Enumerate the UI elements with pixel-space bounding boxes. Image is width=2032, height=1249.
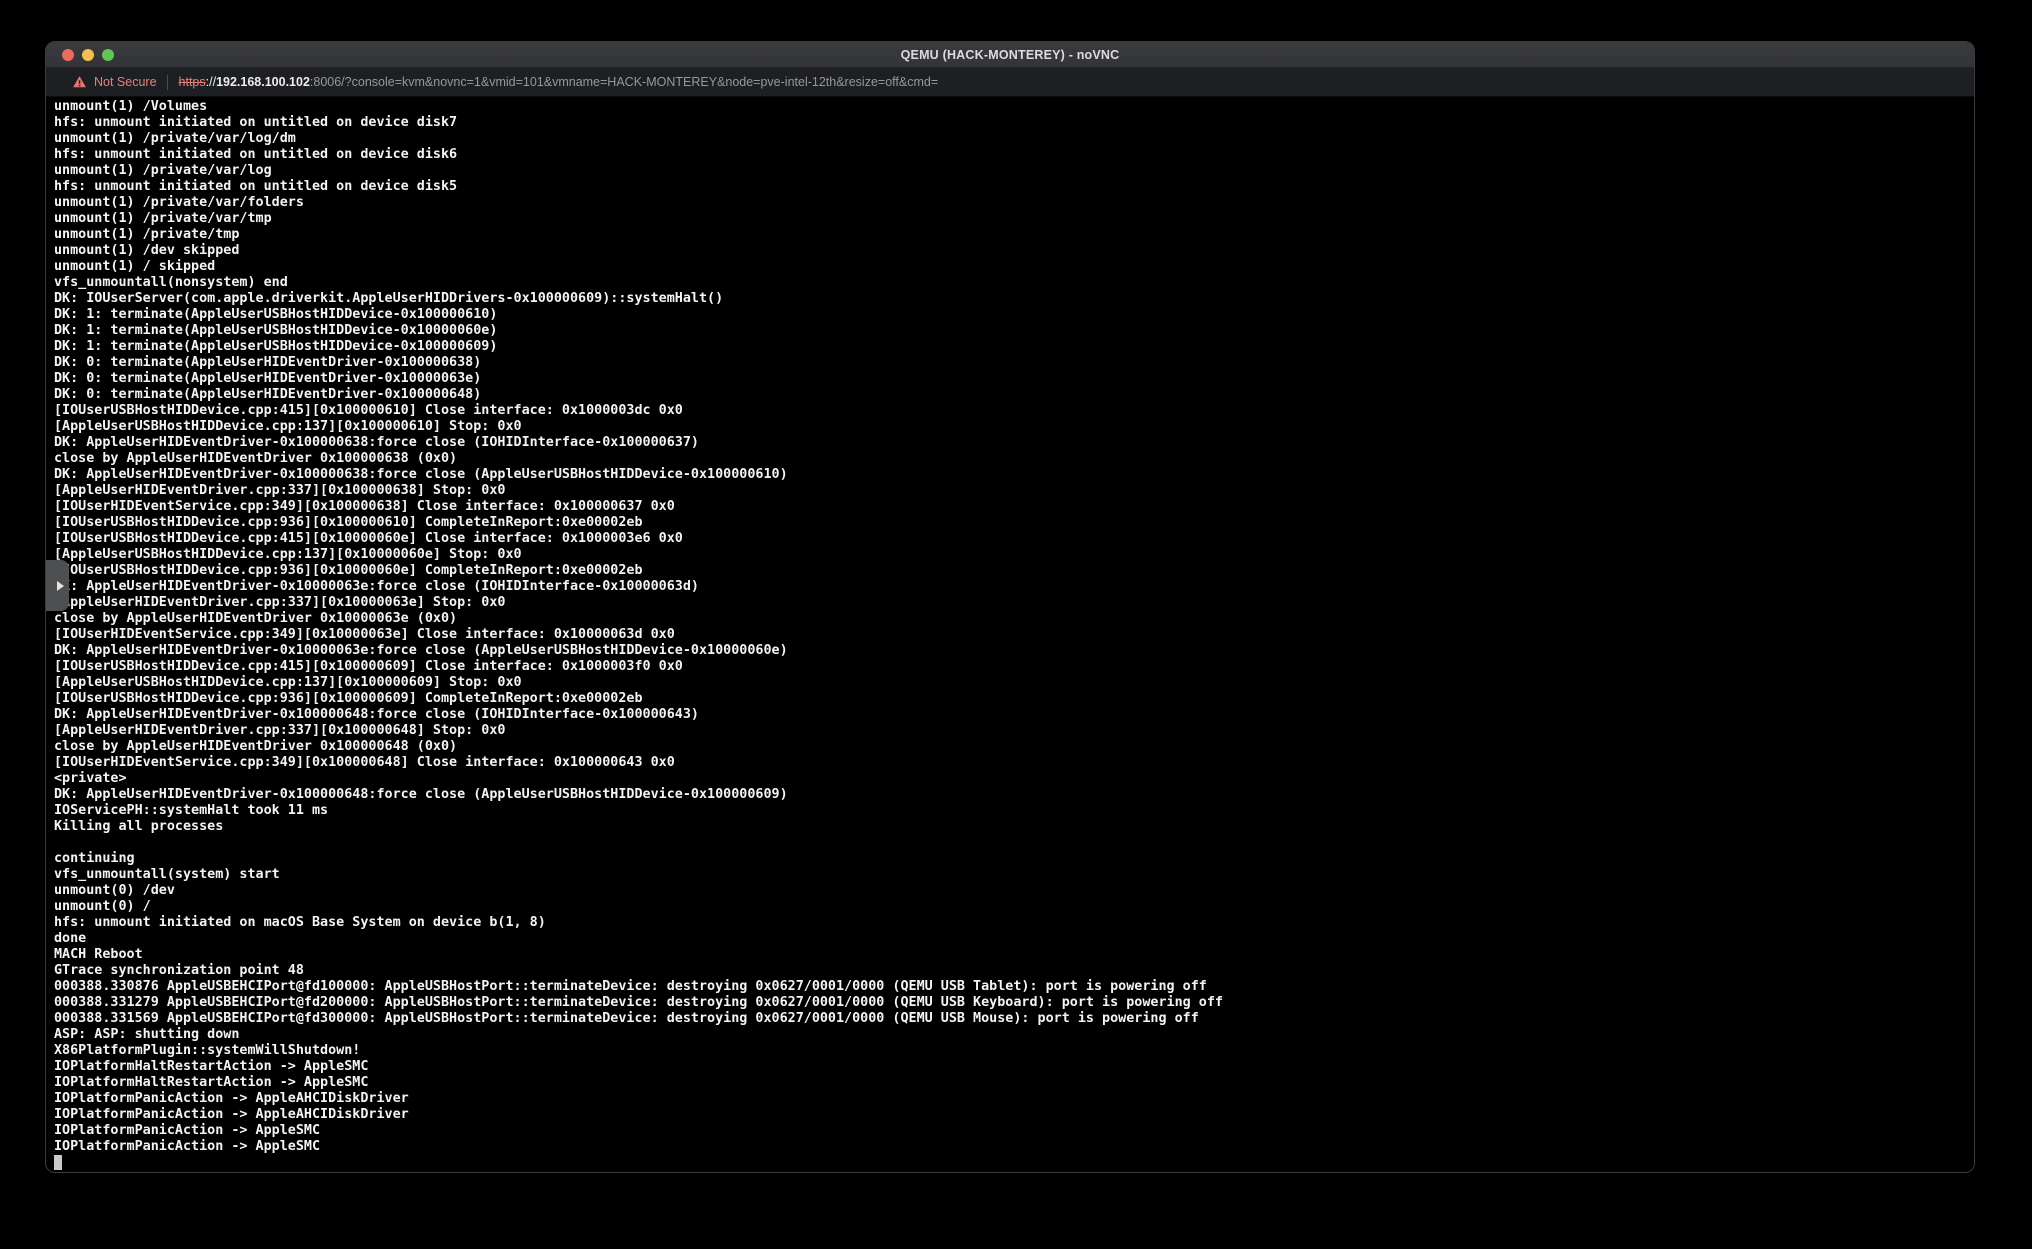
novnc-control-bar-handle[interactable] xyxy=(46,560,69,611)
url-scheme: https xyxy=(179,75,206,89)
window-title: QEMU (HACK-MONTEREY) - noVNC xyxy=(901,48,1120,62)
minimize-button[interactable] xyxy=(82,49,94,61)
urlbar-divider xyxy=(167,75,168,90)
traffic-lights xyxy=(62,42,114,67)
url-path-query: :8006/?console=kvm&novnc=1&vmid=101&vmna… xyxy=(310,75,938,89)
close-button[interactable] xyxy=(62,49,74,61)
terminal-cursor xyxy=(54,1155,62,1170)
zoom-button[interactable] xyxy=(102,49,114,61)
expand-right-arrow-icon xyxy=(57,581,64,591)
security-warning-icon xyxy=(72,75,87,89)
window-titlebar[interactable]: QEMU (HACK-MONTEREY) - noVNC xyxy=(46,42,1974,68)
vnc-console-screen[interactable]: unmount(1) /Volumes hfs: unmount initiat… xyxy=(46,97,1974,1172)
not-secure-label[interactable]: Not Secure xyxy=(94,75,157,89)
desktop-background: QEMU (HACK-MONTEREY) - noVNC Not Secure … xyxy=(0,0,2032,1249)
console-output: unmount(1) /Volumes hfs: unmount initiat… xyxy=(46,97,1974,1155)
url-host: 192.168.100.102 xyxy=(216,75,310,89)
novnc-browser-window: QEMU (HACK-MONTEREY) - noVNC Not Secure … xyxy=(45,41,1975,1173)
url-text[interactable]: https://192.168.100.102:8006/?console=kv… xyxy=(179,75,939,89)
url-separator: :// xyxy=(206,75,216,89)
address-bar[interactable]: Not Secure https://192.168.100.102:8006/… xyxy=(46,68,1974,97)
